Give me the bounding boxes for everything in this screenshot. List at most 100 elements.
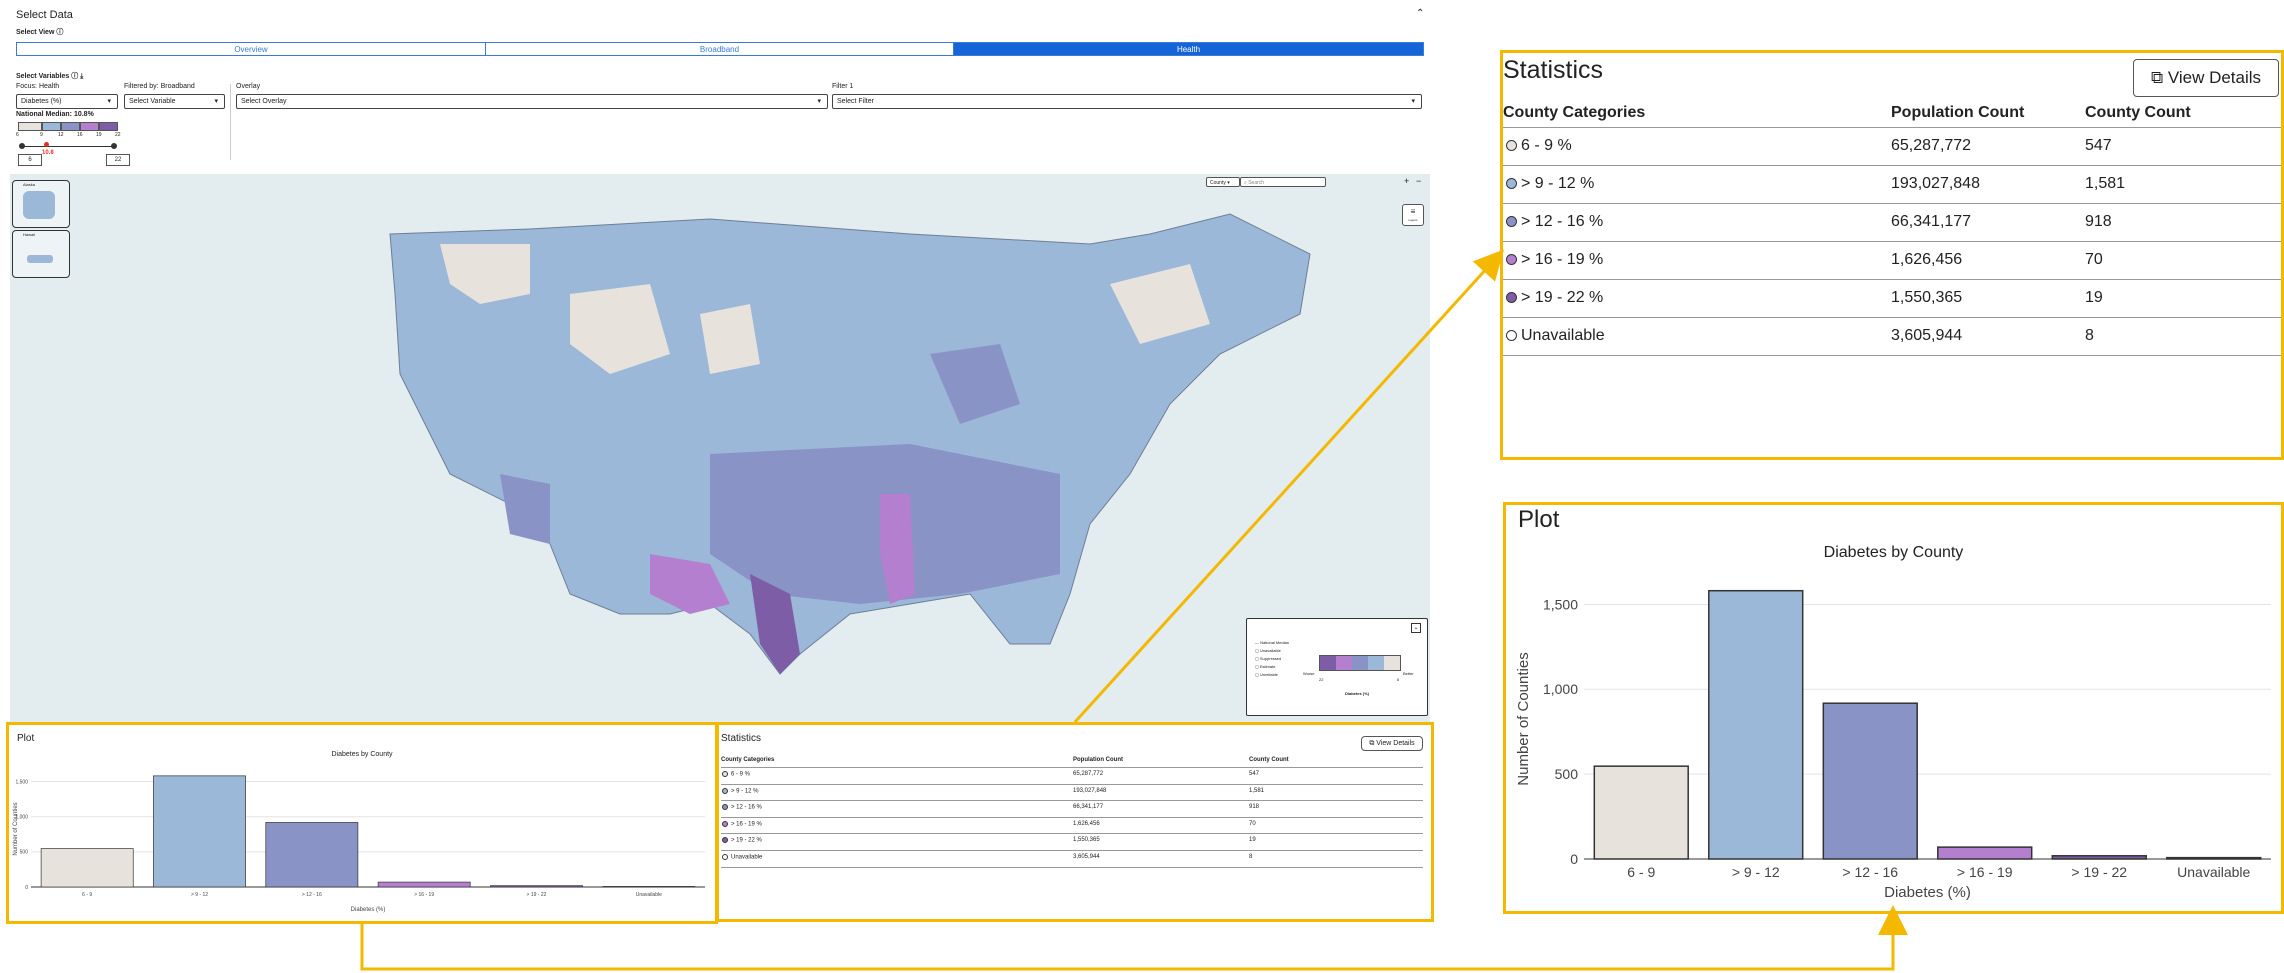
tab-overview[interactable]: Overview (16, 42, 486, 56)
view-details-button[interactable]: ⧉ View Details (2133, 59, 2279, 97)
category-cell: > 9 - 12 % (722, 787, 759, 794)
small-plot-panel: Plot Diabetes by County 0 500 1,000 1,500 6 … (9, 725, 715, 921)
small-bar-chart: 05001,0001,5006 - 9 > 9 - 12 > 12 - 16 > 16… (13, 775, 705, 913)
external-link-icon: ⧉ (2150, 68, 2164, 87)
filter1-label: Filter 1 (832, 83, 854, 90)
select-variables-label: Select Variables ⓘ ⤓ (16, 73, 84, 80)
x-tick-label: 6 - 9 (82, 892, 92, 898)
category-swatch (1506, 216, 1517, 228)
bar (1593, 765, 1689, 860)
overlay-select[interactable]: Select Overlay ▾ (236, 94, 828, 109)
inset-alaska[interactable]: Alaska (12, 180, 70, 228)
population-cell: 3,605,944 (1073, 854, 1100, 860)
slider-handle-min[interactable] (19, 143, 25, 149)
category-cell: > 19 - 22 % (1506, 289, 1603, 307)
y-axis-label: Number of Counties (13, 802, 19, 855)
zoom-out-button[interactable]: − (1416, 176, 1421, 186)
small-plot-title: Plot (17, 733, 35, 744)
inset-hawaii[interactable]: Hawaii (12, 230, 70, 278)
legend-unit: Diabetes (%) (1345, 691, 1370, 696)
stats-row: 6 - 9 % 65,287,772 547 (721, 767, 1423, 785)
color-scale (18, 122, 118, 132)
layers-icon: ≡ (1410, 207, 1416, 216)
category-cell: Unavailable (722, 854, 762, 861)
filter1-select[interactable]: Select Filter ▾ (832, 94, 1422, 109)
national-median-label: National Median: 10.8% (16, 111, 94, 118)
geo-level-select[interactable]: County ▾ (1206, 177, 1240, 187)
small-view-details-button[interactable]: ⧉ View Details (1361, 736, 1423, 751)
population-cell: 193,027,848 (1073, 787, 1107, 794)
category-swatch (1506, 178, 1517, 190)
population-cell: 1,550,365 (1891, 289, 1963, 306)
legend-worse: Worse (1303, 671, 1315, 676)
county-count-cell: 1,581 (1249, 787, 1265, 794)
scale-ticks: 6 9 12 16 19 22 (16, 132, 121, 138)
section-title: Select Data (16, 9, 73, 21)
download-icon[interactable]: ⤓ (80, 73, 83, 80)
bar (265, 822, 359, 888)
x-tick-label: > 12 - 16 (1842, 864, 1898, 880)
select-view-label: Select View ⓘ (16, 29, 64, 36)
range-max-input[interactable]: 22 (106, 154, 130, 166)
x-tick-label: > 16 - 19 (414, 892, 434, 898)
bar (2051, 855, 2147, 860)
county-count-cell: 918 (1249, 804, 1260, 811)
inset-hawaii-label: Hawaii (23, 232, 36, 237)
category-swatch (722, 837, 728, 844)
x-tick-label: > 9 - 12 (191, 892, 208, 898)
x-tick-label: > 19 - 22 (2071, 864, 2127, 880)
category-cell: Unavailable (1506, 327, 1605, 345)
layers-button[interactable]: ≡ Layers (1402, 204, 1424, 226)
info-icon[interactable]: ⓘ (71, 73, 78, 80)
category-cell: > 19 - 22 % (722, 837, 762, 844)
layers-label: Layers (1408, 218, 1418, 222)
county-count-cell: 547 (2085, 137, 2112, 154)
focus-select[interactable]: Diabetes (%) ▾ (16, 94, 118, 109)
county-count-cell: 19 (2085, 289, 2103, 306)
us-choropleth[interactable] (10, 174, 1430, 724)
range-slider[interactable] (20, 146, 116, 147)
category-swatch (1506, 292, 1517, 304)
map-legend: ⌄ — National Median ▢ Unavailable ▢ Supp… (1246, 618, 1428, 716)
county-count-cell: 8 (1249, 854, 1253, 860)
range-min-input[interactable]: 6 (18, 154, 42, 166)
bar (377, 881, 471, 888)
zoom-in-button[interactable]: + (1404, 176, 1409, 186)
map-search-input[interactable]: ⌕ Search (1240, 177, 1326, 187)
county-map[interactable]: Alaska Hawaii County ▾ ⌕ Search + − ≡ La… (10, 174, 1430, 724)
slider-handle-max[interactable] (111, 143, 117, 149)
county-count-cell: 918 (2085, 213, 2112, 230)
population-cell: 3,605,944 (1891, 327, 1963, 344)
x-tick-label: > 9 - 12 (1732, 864, 1780, 880)
filtered-select[interactable]: Select Variable ▾ (124, 94, 225, 109)
y-tick-label: 1,000 (1543, 681, 1578, 697)
county-count-cell: 1,581 (2085, 175, 2126, 192)
category-swatch (722, 771, 728, 777)
population-cell: 66,341,177 (1891, 213, 1972, 230)
legend-unavailable: ▢ Unavailable (1255, 648, 1281, 653)
info-icon[interactable]: ⓘ (56, 29, 63, 36)
bar (153, 775, 246, 888)
bar (1708, 589, 1804, 860)
legend-suppressed: ▢ Suppressed (1255, 656, 1282, 661)
filtered-label: Filtered by: Broadband (124, 83, 195, 90)
legend-collapse-icon[interactable]: ⌄ (1411, 623, 1421, 633)
median-marker (44, 142, 49, 147)
bar (1822, 702, 1918, 860)
focus-label: Focus: Health (16, 83, 60, 90)
tab-broadband[interactable]: Broadband (485, 42, 954, 56)
stats-row: > 19 - 22 % 1,550,365 19 (721, 833, 1423, 851)
population-cell: 1,626,456 (1073, 820, 1100, 827)
legend-estimate: ▢ Estimate (1255, 664, 1276, 669)
chart-title: Diabetes by County (1823, 544, 1964, 561)
legend-better: Better (1403, 671, 1414, 676)
category-swatch (722, 787, 728, 794)
category-swatch (1506, 140, 1517, 152)
small-stats-panel: Statistics ⧉ View Details County Categor… (719, 725, 1431, 919)
stats-row: Unavailable 3,605,944 8 (1503, 317, 2281, 356)
small-stats-title: Statistics (721, 733, 762, 744)
stats-header: County Categories Population Count Count… (1503, 101, 2281, 128)
tab-health[interactable]: Health (953, 42, 1424, 56)
bar (490, 885, 583, 888)
collapse-icon[interactable]: ⌃ (1416, 8, 1424, 19)
